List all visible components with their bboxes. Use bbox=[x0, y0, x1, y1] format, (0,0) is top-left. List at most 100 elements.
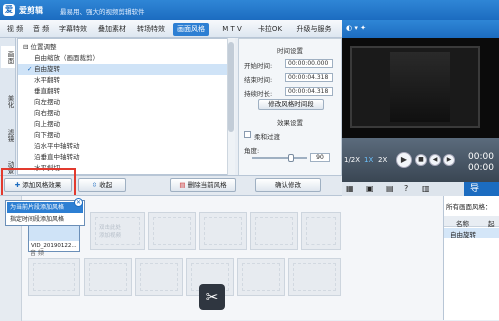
smooth-checkbox[interactable] bbox=[244, 131, 251, 138]
table-row-name: 自由旋转 bbox=[450, 231, 476, 239]
time-settings-title: 时间设置 bbox=[277, 47, 303, 55]
list-item[interactable]: 沿水平中轴转动 bbox=[18, 141, 234, 152]
export-button[interactable]: 导 bbox=[464, 182, 499, 196]
list-item-label: 自由旋转 bbox=[34, 65, 60, 73]
list-item[interactable]: 水平翻转 bbox=[18, 75, 234, 86]
main-tab-bar: 视 频 音 频 字幕特效 叠加素材 转场特效 画面风格 M T V 卡拉OK 升… bbox=[0, 20, 342, 38]
scissors-icon[interactable]: ✂ bbox=[199, 284, 225, 310]
stop-icon[interactable]: ■ bbox=[415, 154, 427, 166]
add-style-effect-button[interactable]: ✚ 添加风格效果 bbox=[4, 178, 72, 192]
tab-video[interactable]: 视 频 bbox=[4, 23, 26, 36]
empty-audio-slot[interactable] bbox=[84, 258, 132, 296]
empty-video-slot[interactable] bbox=[301, 212, 341, 250]
duration-input[interactable]: 00:00:04.318 bbox=[285, 87, 333, 96]
side-tab-picture[interactable]: 画面 bbox=[1, 46, 15, 68]
list-item[interactable]: 自由缩放（画面裁剪） bbox=[18, 53, 234, 64]
side-tab-filter[interactable]: 滤镜 bbox=[1, 124, 15, 146]
audio-track-label: 音 频 bbox=[30, 250, 44, 257]
player-toolbar: ▦ ▣ ▤ ? ▥ 导 bbox=[342, 182, 499, 196]
angle-slider-handle[interactable] bbox=[288, 154, 294, 162]
export-label: 导 bbox=[470, 184, 480, 194]
tab-overlay[interactable]: 叠加素材 bbox=[95, 23, 129, 36]
list-item[interactable]: 向下摆动 bbox=[18, 130, 234, 141]
list-item-selected[interactable]: ✓ 自由旋转 bbox=[18, 64, 234, 75]
end-time-label: 结束时间: bbox=[244, 76, 273, 84]
check-icon: ✓ bbox=[27, 65, 33, 73]
video-preview bbox=[342, 38, 499, 138]
speed-1x[interactable]: 1X bbox=[364, 156, 373, 164]
list-group-position[interactable]: ⊟ 位置调整 bbox=[18, 42, 234, 53]
add-style-popup-menu: 为当前片段添加风格 指定时间段添加风格 bbox=[5, 200, 85, 226]
angle-value-input[interactable]: 90 bbox=[310, 153, 330, 162]
list-item[interactable]: 向左摆动 bbox=[18, 97, 234, 108]
speed-2x[interactable]: 2X bbox=[378, 156, 387, 164]
empty-audio-slot[interactable] bbox=[288, 258, 341, 296]
modify-time-button[interactable]: 修改风格时间段 bbox=[258, 99, 324, 110]
speed-half[interactable]: 1/2X bbox=[344, 156, 360, 164]
list-item[interactable]: 垂直翻转 bbox=[18, 86, 234, 97]
empty-audio-slot[interactable] bbox=[237, 258, 285, 296]
angle-label: 角度: bbox=[244, 147, 260, 155]
list-group-label: 位置调整 bbox=[30, 43, 57, 51]
menu-add-to-current-clip[interactable]: 为当前片段添加风格 bbox=[7, 202, 83, 213]
menu-add-to-time-range[interactable]: 指定时间段添加风格 bbox=[7, 214, 83, 225]
tab-upgrade-service[interactable]: 升级与服务 bbox=[288, 23, 340, 36]
empty-video-slot[interactable] bbox=[199, 212, 247, 250]
tab-picture-style[interactable]: 画面风格 bbox=[173, 23, 209, 36]
player-controls: 1/2X 1X 2X ▶ ■ ◀ ▶ 00:00 00:00 ▦ ▣ ▤ ? ▥… bbox=[342, 138, 499, 196]
film-icon[interactable]: ▦ bbox=[346, 184, 354, 193]
duration-label: 持续时长: bbox=[244, 90, 273, 98]
preview-scene bbox=[390, 52, 450, 122]
folder-icon[interactable]: ▣ bbox=[366, 184, 374, 193]
style-list: ⊟ 位置调整 自由缩放（画面裁剪） ✓ 自由旋转 水平翻转 垂直翻转 向左摆动 向… bbox=[17, 38, 235, 175]
save-icon[interactable]: ▤ bbox=[386, 184, 394, 193]
help-icon[interactable]: ? bbox=[404, 184, 408, 193]
end-time-input[interactable]: 00:00:04.318 bbox=[285, 73, 333, 82]
next-frame-icon[interactable]: ▶ bbox=[443, 154, 455, 166]
empty-video-slot[interactable]: 双击此处 添加视频 bbox=[90, 212, 145, 250]
empty-audio-slot[interactable] bbox=[135, 258, 183, 296]
tab-karaoke[interactable]: 卡拉OK bbox=[255, 23, 285, 36]
app-name: 爱剪辑 bbox=[19, 6, 43, 15]
time-display-bottom: 00:00 bbox=[468, 163, 494, 173]
collapse-button[interactable]: ⇳ 收起 bbox=[78, 178, 126, 192]
delete-style-button[interactable]: ▤ 删除当前风格 bbox=[170, 178, 236, 192]
right-blank-area bbox=[342, 196, 443, 320]
app-logo: 爱 bbox=[3, 4, 15, 16]
tab-mtv[interactable]: M T V bbox=[215, 23, 249, 36]
play-icon[interactable]: ▶ bbox=[396, 152, 412, 168]
list-item[interactable]: 向上摆动 bbox=[18, 119, 234, 130]
empty-video-slot[interactable] bbox=[250, 212, 298, 250]
add-style-label: 添加风格效果 bbox=[22, 181, 62, 189]
tab-audio[interactable]: 音 频 bbox=[30, 23, 52, 36]
tab-subtitle-effects[interactable]: 字幕特效 bbox=[56, 23, 90, 36]
title-bar: 爱 爱剪辑 最易用、强大的视频剪辑软件 bbox=[0, 0, 499, 20]
angle-slider-track[interactable] bbox=[252, 157, 307, 159]
style-table-panel: 所有画面风格： 名称 起止 自由旋转 bbox=[443, 196, 499, 320]
table-row[interactable]: 自由旋转 bbox=[444, 228, 499, 239]
empty-audio-slot[interactable] bbox=[28, 258, 80, 296]
style-table-title: 所有画面风格： bbox=[446, 203, 492, 211]
window-icons: ◐ ▾ ✦ bbox=[346, 24, 366, 32]
list-item[interactable]: 沿垂直中轴转动 bbox=[18, 152, 234, 163]
col-name-header: 名称 bbox=[456, 220, 469, 228]
effect-settings-title: 效果设置 bbox=[277, 119, 303, 127]
empty-video-slot[interactable] bbox=[148, 212, 196, 250]
start-time-input[interactable]: 00:00:00.000 bbox=[285, 59, 333, 68]
delete-icon: ▤ bbox=[179, 181, 188, 189]
confirm-modify-button[interactable]: 确认修改 bbox=[255, 178, 321, 192]
prev-frame-icon[interactable]: ◀ bbox=[429, 154, 441, 166]
smooth-transition-label: 柔和过渡 bbox=[254, 133, 280, 141]
collapse-label: 收起 bbox=[99, 181, 113, 189]
delete-style-label: 删除当前风格 bbox=[187, 181, 227, 189]
start-time-label: 开始时间: bbox=[244, 62, 273, 70]
time-display-top: 00:00 bbox=[468, 152, 494, 162]
side-tab-beautify[interactable]: 美化 bbox=[1, 90, 15, 112]
list-item[interactable]: 向右摆动 bbox=[18, 108, 234, 119]
style-table-header: 名称 起止 bbox=[444, 216, 499, 238]
close-icon[interactable]: ✕ bbox=[74, 198, 83, 207]
tab-transition[interactable]: 转场特效 bbox=[134, 23, 168, 36]
empty-slot-hint: 双击此处 添加视频 bbox=[99, 225, 122, 239]
list-scroll-thumb[interactable] bbox=[228, 42, 234, 132]
export-file-icon[interactable]: ▥ bbox=[422, 184, 430, 193]
